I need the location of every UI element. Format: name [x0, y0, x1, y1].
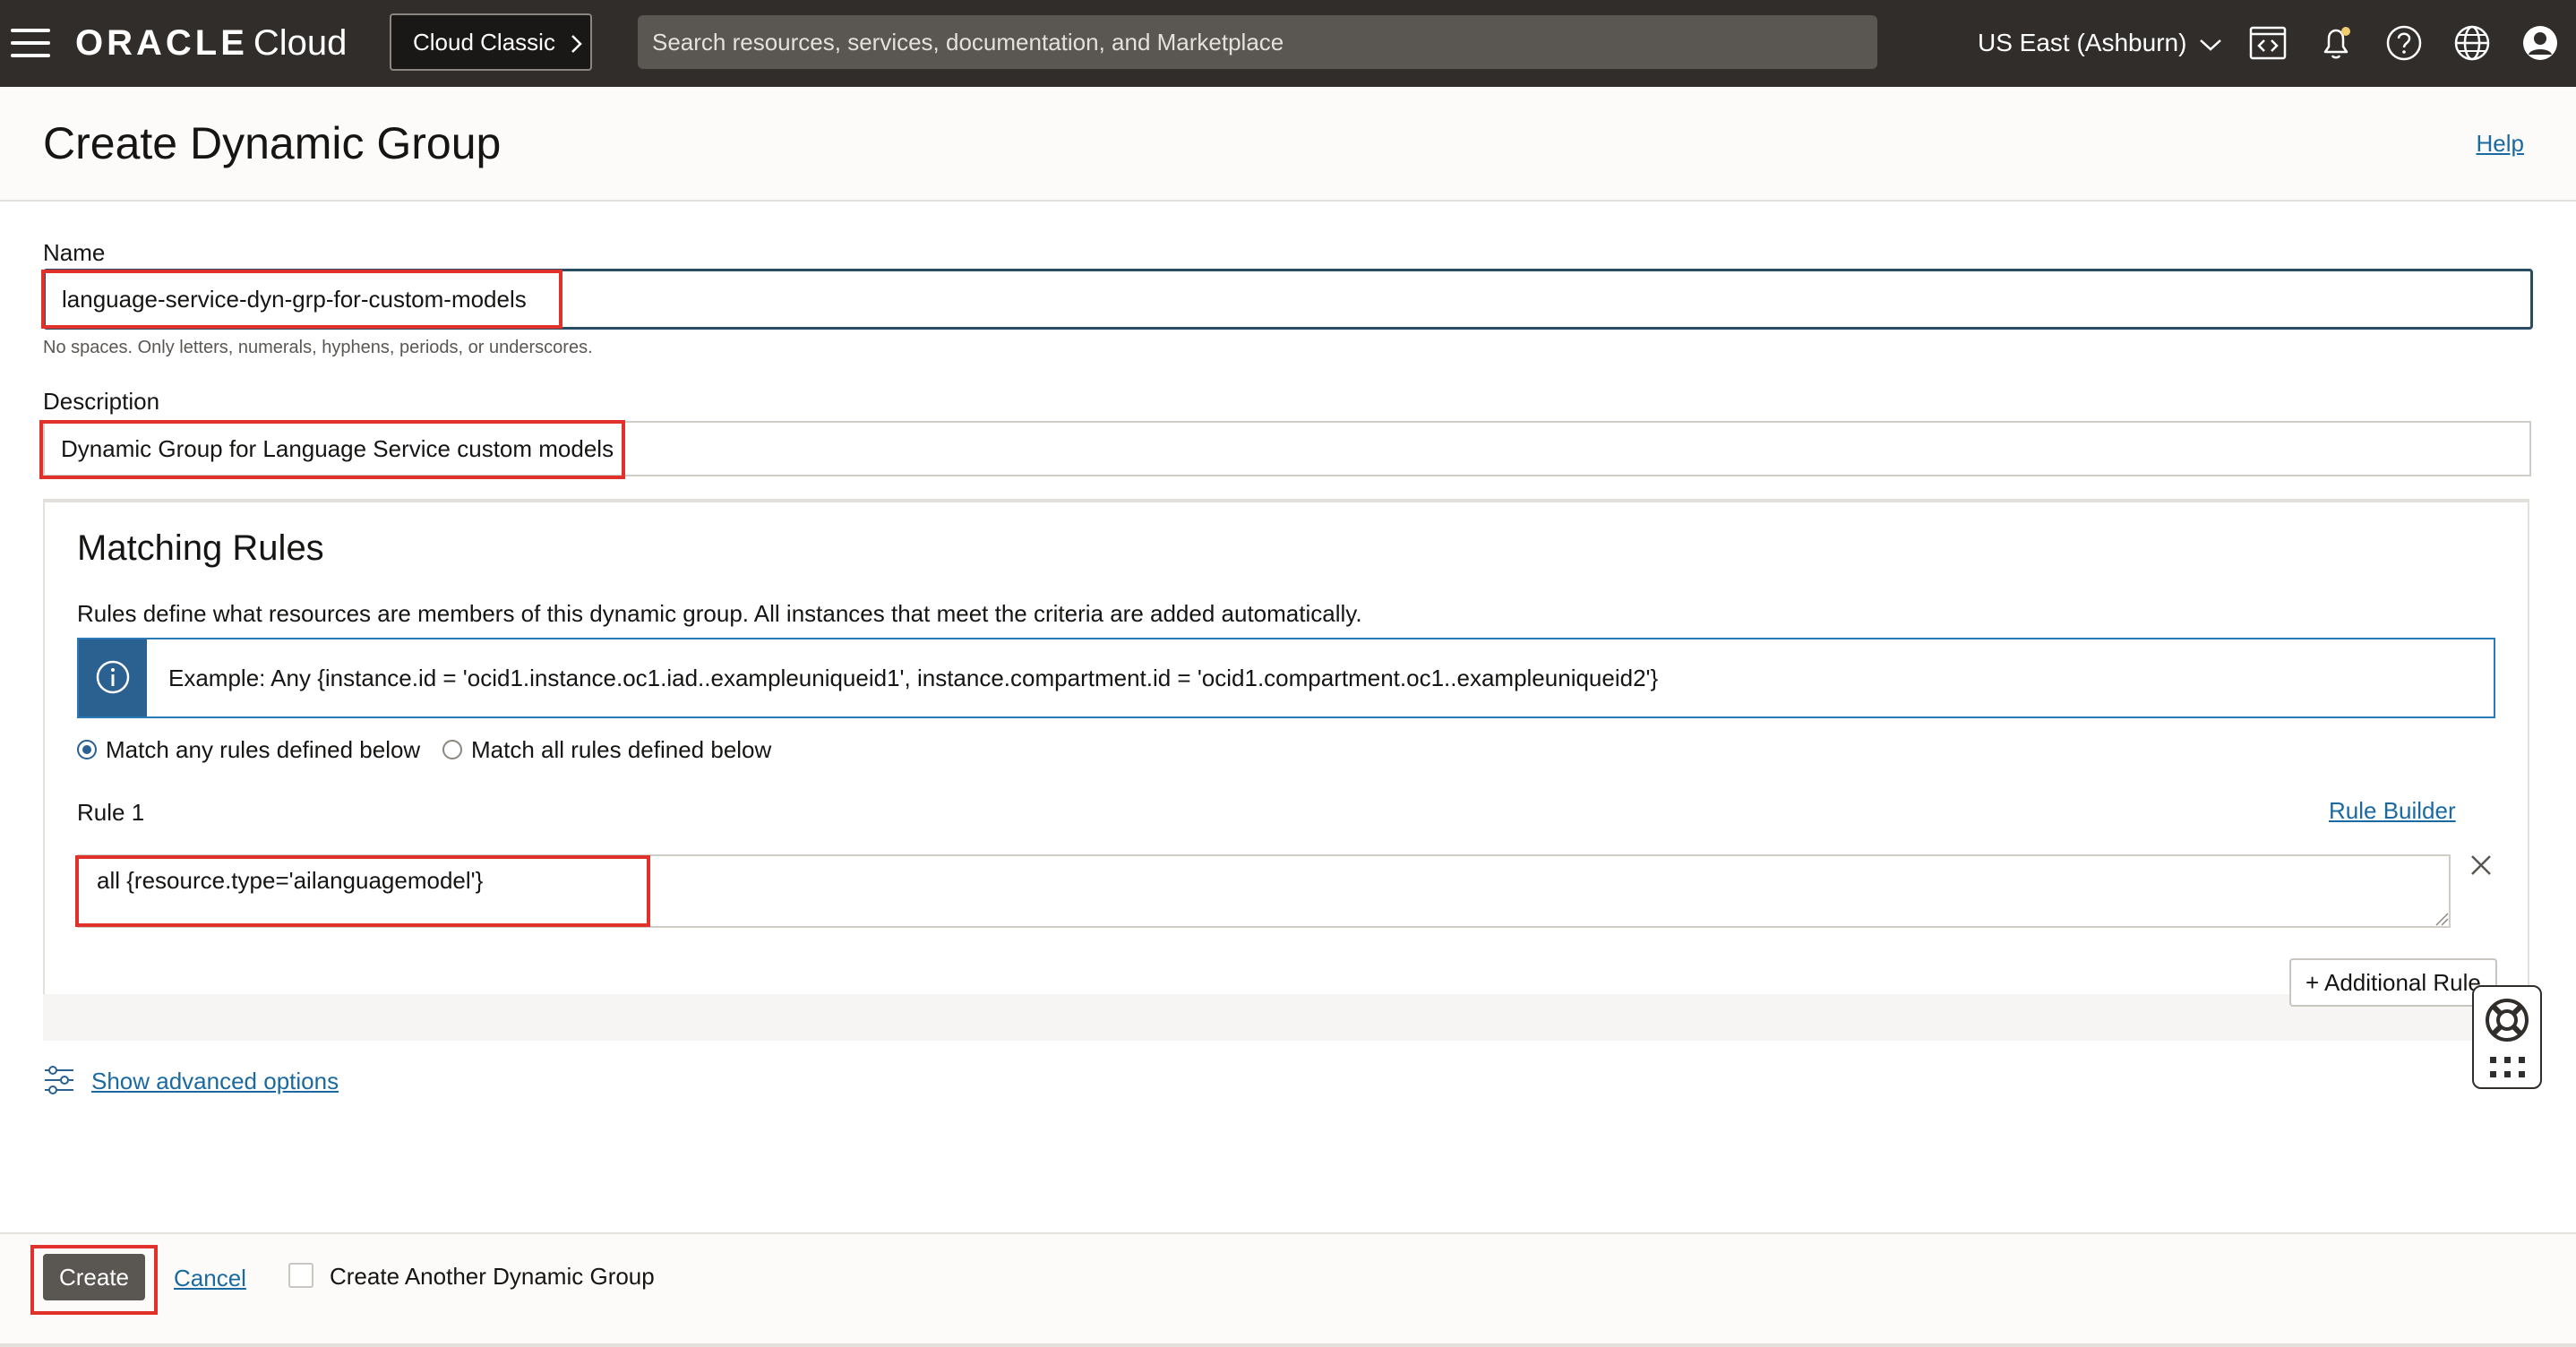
rule-1-label: Rule 1 [77, 799, 145, 826]
rule-builder-link[interactable]: Rule Builder [2329, 797, 2456, 825]
help-widget[interactable] [2472, 985, 2542, 1089]
cancel-link[interactable]: Cancel [174, 1265, 246, 1292]
close-icon[interactable] [2469, 853, 2494, 878]
matching-rules-footer-band [43, 994, 2529, 1041]
name-input[interactable] [43, 269, 2533, 330]
name-label: Name [43, 239, 106, 266]
grid-dots-icon [2490, 1057, 2525, 1077]
help-icon[interactable] [2383, 21, 2426, 64]
example-text: Example: Any {instance.id = 'ocid1.insta… [168, 665, 1659, 691]
globe-icon[interactable] [2451, 21, 2494, 64]
chevron-right-icon [571, 35, 582, 54]
lifebuoy-icon [2486, 999, 2529, 1042]
resize-handle-icon[interactable] [2434, 912, 2449, 926]
cloud-classic-label: Cloud Classic [413, 29, 555, 56]
rule-1-textarea[interactable]: all {resource.type='ailanguagemodel'} [77, 854, 2451, 928]
menu-icon[interactable] [11, 27, 50, 59]
description-label: Description [43, 388, 160, 415]
create-button[interactable]: Create [43, 1254, 145, 1300]
code-editor-icon[interactable] [2246, 21, 2289, 64]
matching-rules-description: Rules define what resources are members … [77, 600, 1362, 627]
match-any-label: Match any rules defined below [106, 736, 421, 763]
match-all-radio[interactable]: Match all rules defined below [442, 736, 771, 765]
help-link[interactable]: Help [2477, 130, 2524, 158]
profile-icon[interactable] [2519, 21, 2562, 64]
create-another-checkbox[interactable] [288, 1263, 313, 1288]
global-search-input[interactable] [638, 15, 1877, 69]
radio-unselected-indicator[interactable] [442, 740, 462, 760]
match-all-label: Match all rules defined below [471, 736, 772, 763]
create-another-label: Create Another Dynamic Group [330, 1263, 655, 1290]
name-hint: No spaces. Only letters, numerals, hyphe… [43, 338, 593, 357]
show-advanced-options-label: Show advanced options [91, 1068, 339, 1094]
radio-selected-indicator[interactable] [77, 740, 97, 760]
description-input[interactable] [43, 421, 2531, 476]
page-title: Create Dynamic Group [43, 118, 502, 168]
bottom-divider [0, 1343, 2576, 1347]
bell-icon[interactable] [2314, 21, 2357, 64]
chevron-down-icon [2200, 39, 2222, 51]
additional-rule-button[interactable]: + Additional Rule [2289, 958, 2497, 1007]
info-strip [79, 639, 147, 716]
info-icon [96, 660, 130, 694]
top-navigation-bar: ORACLECloud Cloud Classic US East (Ashbu… [0, 0, 2576, 87]
oracle-cloud-logo[interactable]: ORACLE Cloud [75, 20, 347, 66]
matching-rules-title: Matching Rules [77, 528, 324, 568]
sliders-icon [45, 1066, 73, 1094]
match-any-radio[interactable]: Match any rules defined below [77, 736, 420, 765]
logo-product: Cloud [253, 23, 348, 63]
region-selector[interactable]: US East (Ashburn) [1978, 25, 2222, 61]
page-header: Create Dynamic Group Help [0, 87, 2576, 202]
region-label: US East (Ashburn) [1978, 29, 2187, 56]
example-info-box: Example: Any {instance.id = 'ocid1.insta… [77, 638, 2495, 718]
logo-brand: ORACLE [75, 23, 248, 63]
matching-rules-panel [43, 499, 2529, 1040]
cloud-classic-button[interactable]: Cloud Classic [390, 13, 592, 71]
